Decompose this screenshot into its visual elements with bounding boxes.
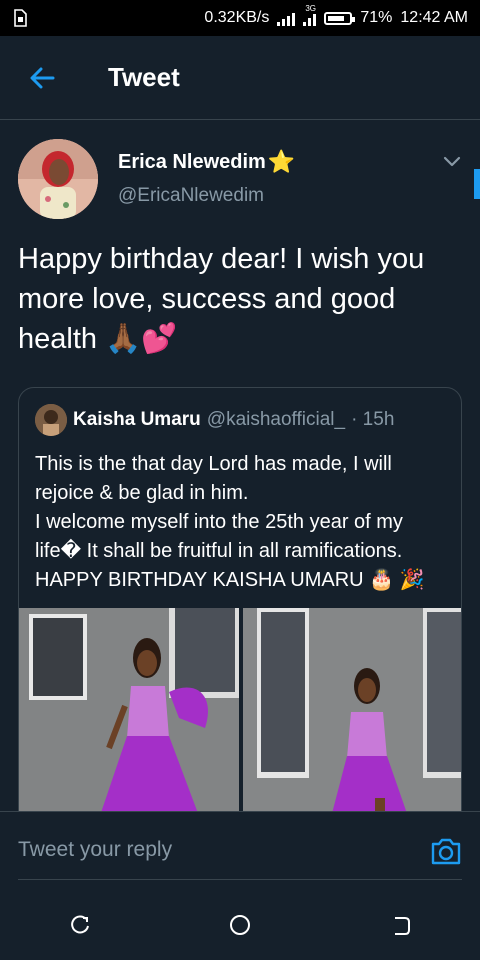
- signal-3g-icon: 3G: [303, 4, 317, 26]
- reply-input[interactable]: Tweet your reply: [18, 838, 172, 862]
- signal-icon: [277, 10, 296, 26]
- network-speed: 0.32KB/s: [204, 9, 270, 26]
- quoted-avatar: [35, 404, 67, 436]
- battery-level: 71%: [360, 9, 393, 26]
- avatar[interactable]: [18, 139, 98, 219]
- author-name[interactable]: Erica Nlewedim ⭐: [118, 149, 295, 175]
- page-title: Tweet: [108, 62, 180, 92]
- back-arrow-icon[interactable]: [20, 56, 64, 100]
- reply-underline: [18, 879, 462, 880]
- clock: 12:42 AM: [400, 9, 468, 26]
- author-handle[interactable]: @EricaNlewedim: [118, 185, 264, 207]
- media-grid: [19, 608, 461, 811]
- media-photo-1[interactable]: [19, 608, 239, 811]
- back-icon[interactable]: [380, 905, 420, 945]
- recents-icon[interactable]: [60, 905, 100, 945]
- tweet-text: Happy birthday dear! I wish you more lov…: [18, 243, 425, 355]
- top-bar: Tweet: [0, 36, 480, 120]
- star-icon: ⭐: [267, 149, 296, 174]
- battery-icon: [324, 11, 356, 25]
- status-bar: 0.32KB/s 3G 71% 12:42 AM: [0, 0, 480, 36]
- tweet-detail: Erica Nlewedim ⭐ @EricaNlewedim Happy bi…: [0, 121, 480, 811]
- media-photo-2[interactable]: [243, 608, 461, 811]
- quoted-line: This is the that day Lord has made, I wi…: [35, 453, 392, 504]
- reply-bar: Tweet your reply: [0, 811, 480, 890]
- camera-icon[interactable]: [430, 836, 462, 866]
- quoted-author-name: Kaisha Umaru: [73, 409, 201, 430]
- sim-icon: [12, 9, 28, 27]
- quoted-author-handle: @kaishaofficial_: [206, 409, 346, 430]
- quoted-tweet-text: This is the that day Lord has made, I wi…: [35, 450, 449, 595]
- quoted-line: I welcome myself into the 25th year of m…: [35, 511, 403, 562]
- home-icon[interactable]: [220, 905, 260, 945]
- quoted-line: HAPPY BIRTHDAY KAISHA UMARU 🎂 🎉: [35, 569, 425, 591]
- scroll-indicator: [474, 169, 480, 199]
- chevron-down-icon[interactable]: [442, 151, 462, 171]
- system-nav-bar: [0, 890, 480, 960]
- quoted-tweet-header: Kaisha Umaru @kaishaofficial_ · 15h: [35, 404, 394, 436]
- quoted-tweet[interactable]: Kaisha Umaru @kaishaofficial_ · 15h This…: [18, 387, 462, 811]
- quoted-timestamp: · 15h: [351, 409, 395, 430]
